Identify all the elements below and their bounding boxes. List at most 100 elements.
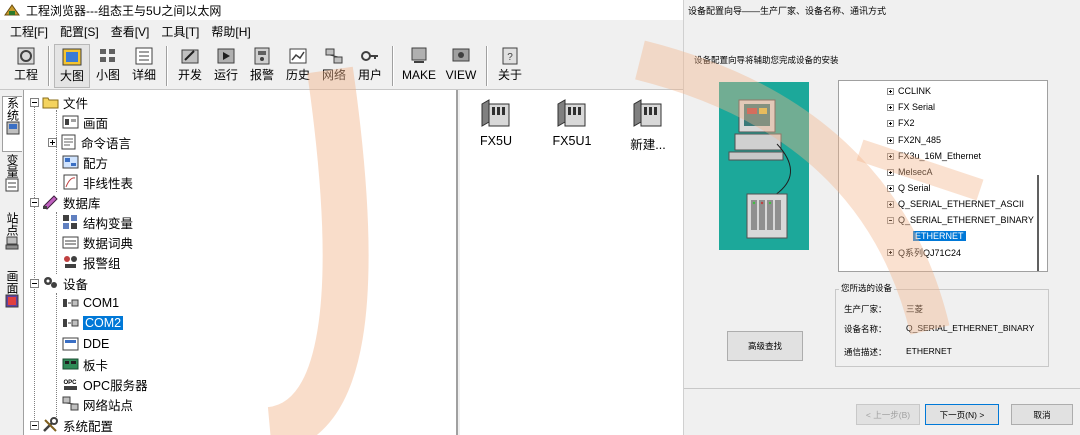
- device-tree-row[interactable]: CCLINK: [887, 83, 931, 99]
- tree-node-struct-variable[interactable]: 结构变量: [62, 212, 133, 232]
- next-button[interactable]: 下一页(N) >: [925, 404, 999, 425]
- small-icon-button[interactable]: 小图: [90, 44, 126, 88]
- view-button[interactable]: VIEW: [440, 44, 482, 88]
- device-tree-row[interactable]: FX3u_16M_Ethernet: [887, 148, 981, 164]
- device-tree-label: FX2: [898, 118, 915, 128]
- expand-icon[interactable]: [48, 137, 57, 147]
- toolbar: 工程 大图 小图 详细 开发 运行 报警 历史 网络 用户 MAKE VIEW …: [0, 44, 683, 90]
- list-item-fx5u[interactable]: FX5U: [466, 98, 526, 148]
- tree-node-dde[interactable]: DDE: [62, 334, 109, 354]
- selected-device-group-title: 您所选的设备: [839, 282, 895, 294]
- alarm-button[interactable]: 报警: [244, 44, 280, 88]
- tab-station[interactable]: 站点: [2, 212, 22, 268]
- tree-node-com1[interactable]: COM1: [62, 293, 119, 313]
- expand-icon[interactable]: [887, 103, 894, 111]
- collapse-icon[interactable]: [887, 216, 894, 224]
- toolbar-separator: [486, 46, 488, 86]
- tree-node-nonlinear-table[interactable]: 非线性表: [62, 172, 133, 192]
- network-button[interactable]: 网络: [316, 44, 352, 88]
- tree-node-command-language[interactable]: 命令语言: [48, 132, 131, 152]
- list-item-fx5u1[interactable]: FX5U1: [542, 98, 602, 148]
- details-view-icon: [135, 47, 153, 65]
- tab-variable[interactable]: 变量: [2, 154, 22, 210]
- tree-node-screen[interactable]: 画面: [62, 112, 108, 132]
- tree-node-recipe[interactable]: 配方: [62, 152, 108, 172]
- tree-label: 画面: [83, 116, 109, 131]
- toolbar-separator: [166, 46, 168, 86]
- tree-node-alarm-group[interactable]: 报警组: [62, 252, 121, 272]
- expand-icon[interactable]: [887, 184, 894, 192]
- device-list-pane: FX5U FX5U1 新建...: [460, 90, 683, 435]
- details-button[interactable]: 详细: [126, 44, 162, 88]
- expand-icon[interactable]: [887, 168, 894, 176]
- advanced-search-button[interactable]: 高级查找: [727, 331, 803, 361]
- tab-screen[interactable]: 画面: [2, 270, 22, 326]
- tree-label: COM2: [83, 316, 124, 330]
- tree-node-com2[interactable]: COM2: [62, 313, 124, 333]
- expand-icon[interactable]: [887, 119, 894, 127]
- tree-label: 数据库: [63, 196, 101, 211]
- toolbar-separator: [48, 46, 50, 86]
- device-name-label: 设备名称：: [844, 324, 887, 334]
- history-button[interactable]: 历史: [280, 44, 316, 88]
- expand-icon[interactable]: [887, 87, 894, 95]
- device-tree-row[interactable]: FX Serial: [887, 99, 935, 115]
- expand-icon[interactable]: [887, 200, 894, 208]
- device-tree-row[interactable]: Q Serial: [887, 180, 931, 196]
- device-tree-row[interactable]: Q系列QJ71C24: [887, 244, 961, 260]
- user-button[interactable]: 用户: [352, 44, 388, 88]
- tree-node-board[interactable]: 板卡: [62, 354, 108, 374]
- expand-icon[interactable]: [887, 152, 894, 160]
- view-icon: [452, 48, 470, 62]
- develop-button[interactable]: 开发: [172, 44, 208, 88]
- menu-project[interactable]: 工程[F]: [4, 23, 54, 41]
- make-label: MAKE: [401, 68, 436, 82]
- tree-node-file[interactable]: 文件: [30, 92, 88, 112]
- network-icon: [325, 48, 343, 64]
- back-button[interactable]: < 上一步(B): [856, 404, 920, 425]
- list-item-label: FX5U: [480, 134, 512, 148]
- large-icon-button[interactable]: 大图: [54, 44, 90, 88]
- collapse-icon[interactable]: [30, 278, 39, 288]
- cancel-button[interactable]: 取消: [1011, 404, 1073, 425]
- device-tree-row[interactable]: Q_SERIAL_ETHERNET_ASCII: [887, 196, 1024, 212]
- collapse-icon[interactable]: [30, 97, 39, 107]
- device-name-value: Q_SERIAL_ETHERNET_BINARY: [906, 323, 1035, 333]
- tree-label: 报警组: [83, 256, 121, 271]
- expand-icon[interactable]: [887, 248, 894, 256]
- menu-view[interactable]: 查看[V]: [105, 23, 156, 41]
- new-device-icon: [633, 99, 662, 127]
- tab-system[interactable]: 系统: [2, 96, 22, 152]
- device-tree-label: FX Serial: [898, 102, 936, 112]
- about-button[interactable]: ? 关于: [492, 44, 528, 88]
- collapse-icon[interactable]: [30, 197, 39, 207]
- device-tree-row[interactable]: Q_SERIAL_ETHERNET_BINARY: [887, 212, 1034, 228]
- tab-screen-label: 画面: [5, 270, 19, 294]
- tree-node-database[interactable]: 数据库: [30, 192, 101, 212]
- tree-label: 结构变量: [83, 216, 134, 231]
- list-item-label: FX5U1: [552, 134, 592, 148]
- run-button[interactable]: 运行: [208, 44, 244, 88]
- device-tree-row[interactable]: FX2N_485: [887, 132, 941, 148]
- expand-icon[interactable]: [887, 136, 894, 144]
- device-tree-label: MelsecA: [898, 167, 933, 177]
- menu-help[interactable]: 帮助[H]: [205, 23, 256, 41]
- tree-scrollbar[interactable]: [1037, 175, 1039, 271]
- project-button[interactable]: 工程: [8, 44, 44, 88]
- menu-tools[interactable]: 工具[T]: [155, 23, 205, 41]
- collapse-icon[interactable]: [30, 420, 39, 430]
- tree-node-device[interactable]: 设备: [30, 273, 88, 293]
- history-label: 历史: [285, 68, 310, 82]
- tree-node-system-config[interactable]: 系统配置: [30, 415, 113, 435]
- list-item-new[interactable]: 新建...: [618, 98, 678, 153]
- computer-plc-illustration: [719, 82, 809, 250]
- make-button[interactable]: MAKE: [398, 44, 440, 88]
- tree-node-network-station[interactable]: 网络站点: [62, 394, 133, 414]
- device-tree-row[interactable]: FX2: [887, 115, 915, 131]
- device-tree-row[interactable]: MelsecA: [887, 164, 933, 180]
- dialog-intro-text: 设备配置向导将辅助您完成设备的安装: [694, 55, 839, 65]
- device-tree-row-ethernet[interactable]: ETHERNET: [913, 228, 966, 244]
- tree-node-opc-server[interactable]: OPC OPC服务器: [62, 374, 147, 394]
- menu-config[interactable]: 配置[S]: [54, 23, 105, 41]
- tree-node-data-dictionary[interactable]: 数据词典: [62, 232, 133, 252]
